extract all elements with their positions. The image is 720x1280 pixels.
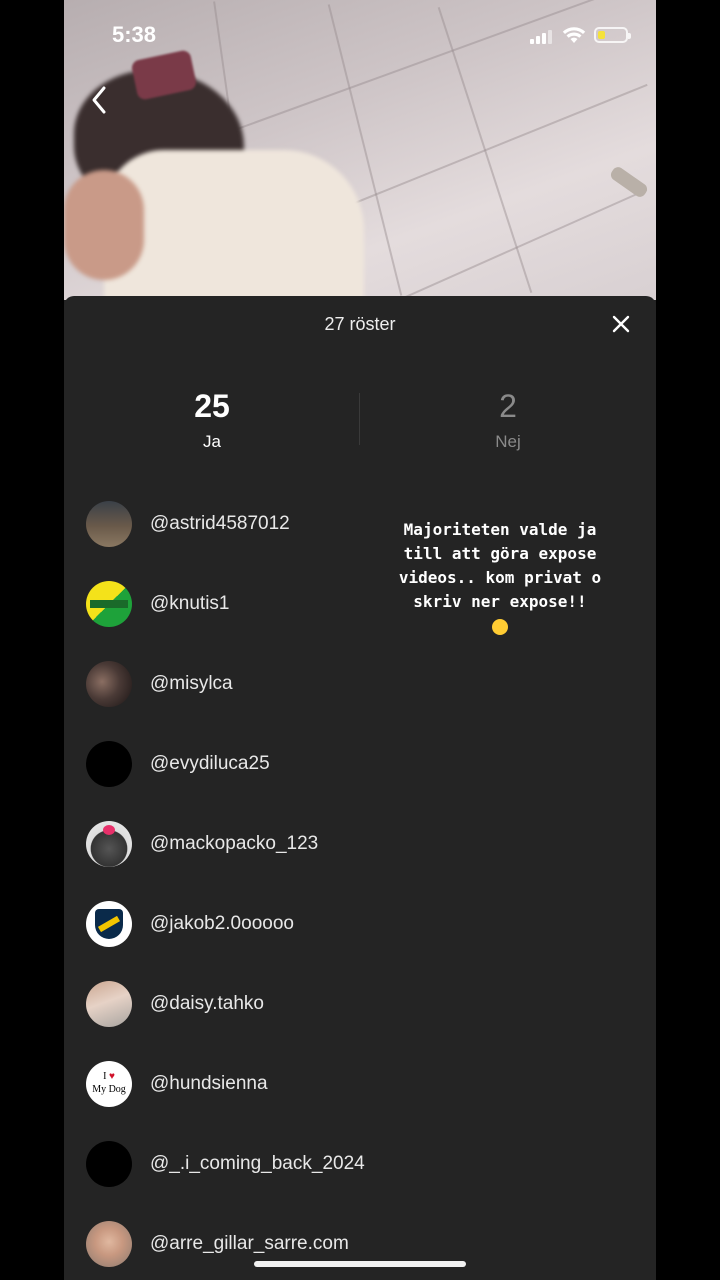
story-text-overlay: Majoriteten valde ja till att göra expos… [380, 518, 620, 638]
close-icon[interactable] [610, 313, 632, 335]
avatar [86, 901, 132, 947]
avatar [86, 661, 132, 707]
votes-sheet: 27 röster 25 Ja 2 Nej @astrid4587012 @kn… [64, 296, 656, 1280]
no-label: Nej [495, 432, 521, 451]
avatar: I ♥ My Dog [86, 1061, 132, 1107]
voter-username: @hundsienna [150, 1073, 268, 1094]
i-love-my-dog-logo: I ♥ My Dog [92, 1071, 126, 1095]
voter-username: @daisy.tahko [150, 993, 264, 1014]
yes-count: 25 [194, 388, 230, 424]
avatar [86, 741, 132, 787]
tab-no[interactable]: 2 Nej [360, 386, 656, 452]
yes-label: Ja [203, 432, 221, 451]
home-indicator[interactable] [254, 1261, 466, 1267]
voter-username: @knutis1 [150, 593, 230, 614]
voter-username: @mackopacko_123 [150, 833, 319, 854]
status-time: 5:38 [112, 22, 157, 47]
avatar [86, 981, 132, 1027]
voter-row[interactable]: @astrid4587012 [86, 484, 406, 564]
back-chevron-icon[interactable] [86, 82, 116, 118]
voter-row[interactable]: @misylca [86, 644, 406, 724]
phone-screen: 5:38 27 röster 25 Ja 2 Nej @astrid458701… [64, 0, 656, 1280]
avatar [86, 1141, 132, 1187]
voter-row[interactable]: I ♥ My Dog @hundsienna [86, 1044, 406, 1124]
no-count: 2 [499, 388, 517, 424]
voter-username: @evydiluca25 [150, 753, 270, 774]
voter-username: @jakob2.0ooooo [150, 913, 294, 934]
voter-row[interactable]: @jakob2.0ooooo [86, 884, 406, 964]
voter-row[interactable]: @knutis1 [86, 564, 406, 644]
voter-username: @misylca [150, 673, 233, 694]
battery-icon [594, 27, 631, 43]
avatar [86, 501, 132, 547]
avatar [86, 581, 132, 627]
avatar [86, 821, 132, 867]
signal-icon [530, 30, 552, 44]
status-bar: 5:38 [64, 0, 656, 70]
wifi-icon [562, 27, 586, 43]
overlay-text: Majoriteten valde ja till att göra expos… [398, 520, 602, 611]
voter-row[interactable]: @mackopacko_123 [86, 804, 406, 884]
voter-row[interactable]: @arre_gillar_sarre.com [86, 1204, 406, 1280]
tab-yes[interactable]: 25 Ja [64, 386, 360, 452]
voter-row[interactable]: @_.i_coming_back_2024 [86, 1124, 406, 1204]
voter-username: @arre_gillar_sarre.com [150, 1233, 349, 1254]
voter-row[interactable]: @evydiluca25 [86, 724, 406, 804]
voter-username: @_.i_coming_back_2024 [150, 1153, 365, 1174]
sheet-title: 27 röster [324, 314, 396, 334]
avatar [86, 1221, 132, 1267]
smiling-halo-emoji-icon [492, 618, 508, 635]
voter-username: @astrid4587012 [150, 513, 290, 534]
voter-row[interactable]: @daisy.tahko [86, 964, 406, 1044]
